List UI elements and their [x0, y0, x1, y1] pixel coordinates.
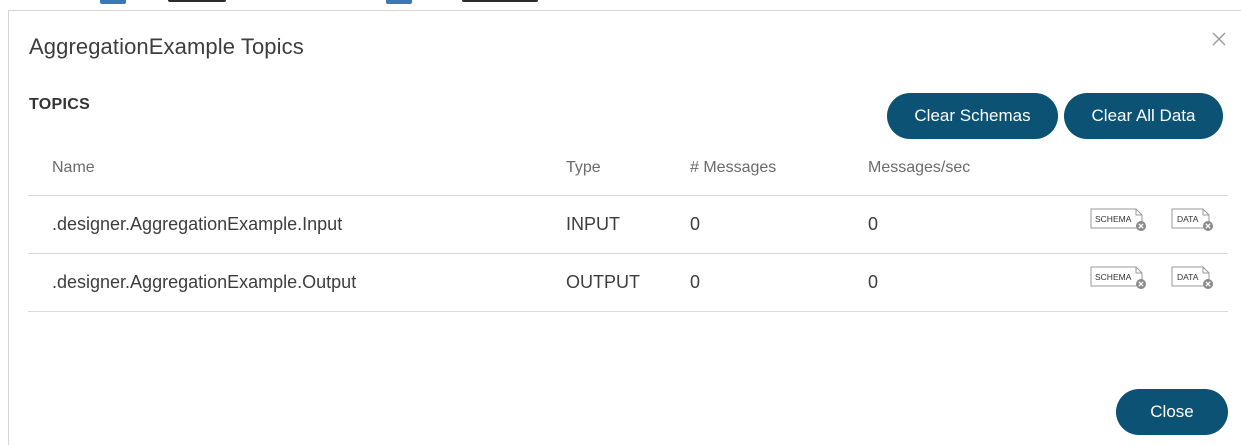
topic-type: INPUT [566, 214, 620, 234]
background-text [168, 0, 226, 2]
clear-schemas-button[interactable]: Clear Schemas [887, 93, 1058, 139]
topic-message-rate: 0 [868, 214, 879, 234]
table-row: .designer.AggregationExample.Output OUTP… [28, 254, 1228, 312]
background-page [0, 0, 1241, 10]
column-header-messages-per-sec[interactable]: Messages/sec [868, 159, 970, 177]
topic-name: .designer.AggregationExample.Input [52, 214, 343, 234]
column-header-name[interactable]: Name [52, 159, 95, 177]
background-text [462, 0, 538, 2]
clear-data-icon[interactable]: DATA [1171, 266, 1215, 290]
background-icon [100, 0, 126, 4]
clear-schema-icon[interactable]: SCHEMA [1090, 208, 1150, 232]
background-icon [386, 0, 412, 4]
close-button[interactable]: Close [1116, 389, 1228, 435]
clear-data-icon[interactable]: DATA [1171, 208, 1215, 232]
topic-message-rate: 0 [868, 272, 879, 292]
topics-dialog: AggregationExample Topics TOPICS Clear S… [8, 10, 1241, 445]
data-badge-text: DATA [1177, 272, 1199, 282]
table-row: .designer.AggregationExample.Input INPUT… [28, 196, 1228, 254]
topic-type: OUTPUT [566, 272, 640, 292]
close-icon[interactable] [1210, 30, 1228, 48]
topic-message-count: 0 [690, 214, 701, 234]
column-header-messages[interactable]: # Messages [690, 159, 776, 177]
topic-name: .designer.AggregationExample.Output [52, 272, 357, 292]
schema-badge-text: SCHEMA [1095, 272, 1132, 282]
topic-message-count: 0 [690, 272, 701, 292]
dialog-title: AggregationExample Topics [29, 34, 304, 59]
schema-badge-text: SCHEMA [1095, 214, 1132, 224]
table-header-row: Name Type # Messages Messages/sec [28, 143, 1228, 196]
topics-table: Name Type # Messages Messages/sec .desig… [28, 143, 1228, 312]
data-badge-text: DATA [1177, 214, 1199, 224]
clear-schema-icon[interactable]: SCHEMA [1090, 266, 1150, 290]
column-header-type[interactable]: Type [566, 159, 601, 177]
section-label-topics: TOPICS [29, 96, 91, 113]
clear-all-data-button[interactable]: Clear All Data [1064, 93, 1223, 139]
